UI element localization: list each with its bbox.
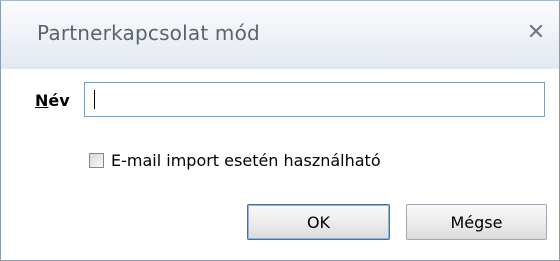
dialog-titlebar[interactable]: Partnerkapcsolat mód (1, 1, 559, 69)
name-input[interactable] (84, 82, 545, 117)
cancel-button[interactable]: Mégse (406, 204, 547, 240)
name-label-mnemonic: N (35, 91, 49, 110)
email-import-checkbox[interactable] (89, 152, 104, 168)
name-label: Név (35, 91, 70, 110)
email-import-option[interactable]: E-mail import esetén használható (89, 148, 381, 172)
dialog-window: Partnerkapcsolat mód Név E-mail import e… (0, 0, 560, 261)
dialog-title: Partnerkapcsolat mód (37, 21, 260, 45)
text-caret (94, 90, 95, 109)
name-label-rest: év (48, 91, 70, 110)
ok-button[interactable]: OK (247, 204, 390, 240)
close-icon (529, 23, 543, 42)
dialog-body: Név E-mail import esetén használható OK … (1, 69, 559, 260)
email-import-checkbox-label: E-mail import esetén használható (111, 150, 381, 170)
close-button[interactable] (523, 19, 549, 45)
